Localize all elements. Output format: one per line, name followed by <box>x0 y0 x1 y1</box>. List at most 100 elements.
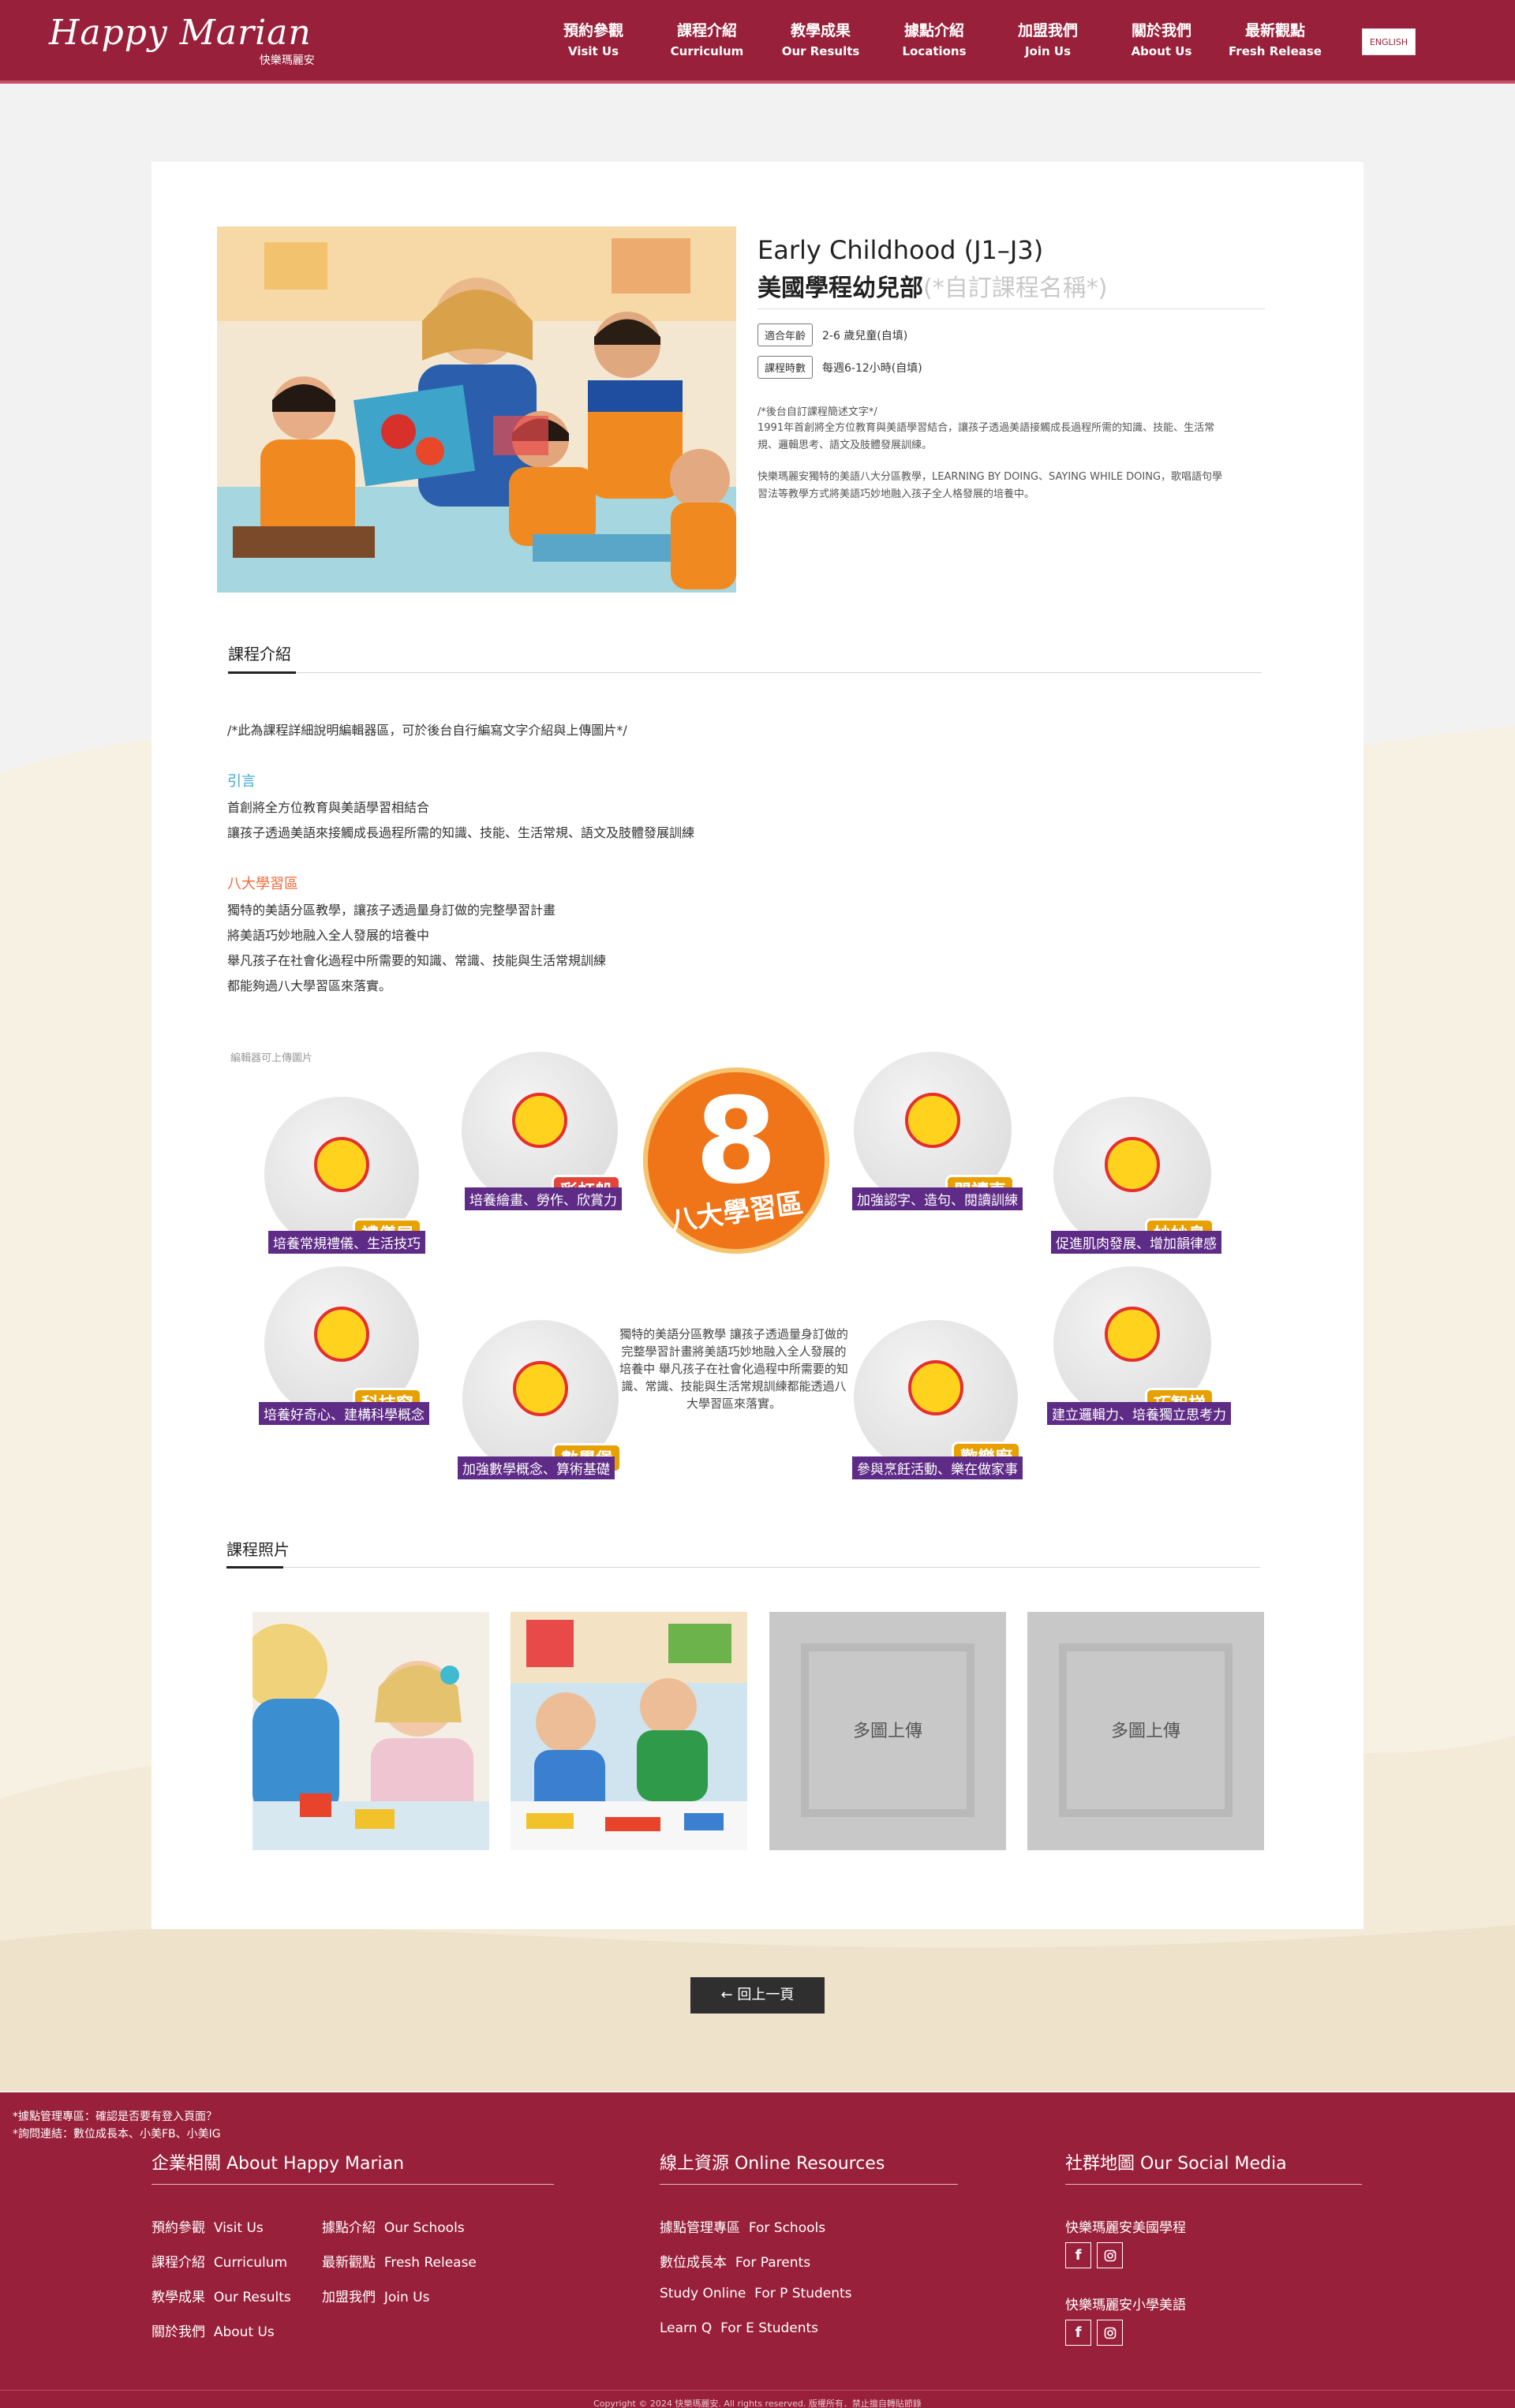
footer-link-en: For E Students <box>720 2320 819 2336</box>
footer-link-zh: 據點介紹 <box>322 2220 376 2236</box>
course-photo-placeholder-2[interactable]: 多圖上傳 <box>1027 1612 1264 1850</box>
site-header: Happy Marian 快樂瑪麗安 預約參觀 Visit Us 課程介紹 Curr… <box>0 0 1515 84</box>
footer-link-study-online[interactable]: Study Online For P Students <box>660 2286 852 2301</box>
footer-link-zh: 教學成果 <box>152 2290 205 2305</box>
footer-link-our-schools[interactable]: 據點介紹 Our Schools <box>322 2216 465 2236</box>
meta-tag-hours: 課程時數 <box>758 356 814 379</box>
nav-label-en: Visit Us <box>567 44 619 58</box>
zones-line-3: 舉凡孩子在社會化過程中所需要的知識、常識、技能與生活常規訓練 <box>227 953 607 968</box>
zone-caption: 促進肌肉發展、增加韻律感 <box>1051 1231 1221 1254</box>
nav-label-zh: 據點介紹 <box>903 22 964 39</box>
nav-curriculum[interactable]: 課程介紹 Curriculum <box>650 21 764 62</box>
footer-link-en: Join Us <box>383 2290 430 2305</box>
instagram-glyph <box>1104 2327 1116 2339</box>
site-footer: *據點管理專區：確認是否要有登入頁面？ *詢問連結：數位成長本、小美FB、小美I… <box>0 2092 1515 2408</box>
footer-link-en: For P Students <box>754 2286 852 2301</box>
nav-about-us[interactable]: 關於我們 About Us <box>1105 21 1218 62</box>
meta-value-age: 2-6 歲兒童(自填) <box>822 329 908 342</box>
facebook-icon[interactable]: f <box>1065 2320 1091 2346</box>
footer-divider <box>660 2184 958 2185</box>
course-photo-placeholder-1[interactable]: 多圖上傳 <box>769 1612 1006 1850</box>
footer-link-en: Our Schools <box>383 2220 465 2236</box>
logo-script: Happy Marian <box>49 13 312 53</box>
nav-locations[interactable]: 據點介紹 Locations <box>877 21 991 62</box>
logo[interactable]: Happy Marian 快樂瑪麗安 <box>49 13 315 68</box>
placeholder-label: 多圖上傳 <box>1110 1722 1180 1741</box>
footer-divider <box>152 2184 554 2185</box>
course-desc-1: 1991年首創將全方位教育與美語學習結合，讓孩子透過美語接觸成長過程所需的知識、… <box>758 422 1215 451</box>
section-divider <box>228 672 1262 673</box>
zone-science-window: 科技窗 <box>264 1266 422 1421</box>
footer-link-join-us[interactable]: 加盟我們 Join Us <box>322 2286 429 2305</box>
footer-link-curriculum[interactable]: 課程介紹 Curriculum <box>152 2251 287 2271</box>
zone-caption: 參與烹飪活動、樂在做家事 <box>852 1456 1023 1479</box>
course-desc-2: 快樂瑪麗安獨特的美語八大分區教學，LEARNING BY DOING、SAYIN… <box>758 471 1223 500</box>
nav-label-en: Curriculum <box>670 44 744 58</box>
meta-age-row: 適合年齡 2-6 歲兒童(自填) <box>758 323 907 346</box>
nav-visit-us[interactable]: 預約參觀 Visit Us <box>537 21 650 62</box>
footer-link-zh: 課程介紹 <box>152 2255 205 2271</box>
facebook-icon[interactable]: f <box>1065 2242 1091 2268</box>
zone-math-burger: 數學堡 <box>462 1320 622 1476</box>
footer-link-for-schools[interactable]: 據點管理專區 For Schools <box>660 2216 825 2236</box>
zone-etiquette-house: 禮儀屋 <box>264 1097 422 1251</box>
zones-line-2: 將美語巧妙地融入全人發展的培養中 <box>227 928 430 943</box>
course-title-zh: 美國學程幼兒部(*自訂課程名稱*) <box>758 268 1107 303</box>
course-photo-2[interactable] <box>511 1612 747 1850</box>
footer-col-title-social: 社群地圖 Our Social Media <box>1065 2154 1287 2174</box>
footer-link-for-parents[interactable]: 數位成長本 For Parents <box>660 2251 810 2271</box>
mascot-icon <box>314 1307 369 1363</box>
meta-value-hours: 每週6-12小時(自填) <box>822 361 922 375</box>
zone-fancy-kitchen: 歡樂廚 <box>854 1320 1021 1475</box>
meta-tag-age: 適合年齡 <box>758 323 814 346</box>
zone-caption: 加強數學概念、算術基礎 <box>458 1456 615 1479</box>
copyright: Copyright © 2024 快樂瑪麗安. All rights reser… <box>593 2399 922 2408</box>
mascot-icon <box>908 1360 963 1416</box>
zones-line-1: 獨特的美語分區教學，讓孩子透過量身訂做的完整學習計畫 <box>227 903 556 918</box>
nav-join-us[interactable]: 加盟我們 Join Us <box>991 21 1105 62</box>
zone-rainbow-ship: 彩虹船 <box>462 1052 621 1208</box>
nav-our-results[interactable]: 教學成果 Our Results <box>764 21 877 62</box>
classroom-illustration <box>217 226 736 593</box>
course-title-en: Early Childhood (J1–J3) <box>758 235 1044 265</box>
footer-link-our-results[interactable]: 教學成果 Our Results <box>152 2286 291 2305</box>
footer-link-learn-q[interactable]: Learn Q For E Students <box>660 2320 818 2336</box>
zone-caption: 建立邏輯力、培養獨立思考力 <box>1047 1402 1231 1425</box>
course-hero-image <box>217 226 736 593</box>
footer-link-zh: 預約參觀 <box>152 2220 205 2236</box>
footer-link-fresh-release[interactable]: 最新觀點 Fresh Release <box>322 2251 477 2271</box>
photo-children-crafting <box>252 1612 489 1850</box>
zone-caption: 培養好奇心、建構科學概念 <box>259 1402 429 1425</box>
main-nav: 預約參觀 Visit Us 課程介紹 Curriculum 教學成果 Our Resu… <box>537 21 1332 62</box>
footer-bottom-divider <box>0 2390 1515 2391</box>
footer-link-about-us[interactable]: 關於我們 About Us <box>152 2320 275 2340</box>
admin-note-line: *詢問連結：數位成長本、小美FB、小美IG <box>13 2128 221 2141</box>
course-title-zh-text: 美國學程幼兒部 <box>758 275 923 302</box>
course-photo-1[interactable] <box>252 1612 489 1850</box>
instagram-icon[interactable] <box>1097 2242 1123 2268</box>
zone-reading-car: 閱讀車 <box>854 1052 1015 1208</box>
nav-label-zh: 最新觀點 <box>1244 22 1305 39</box>
subhead-intro: 引言 <box>227 773 256 790</box>
footer-link-en: Curriculum <box>213 2255 288 2271</box>
eight-zones-badge: 8 八大學習區 <box>643 1068 829 1254</box>
footer-link-en: Our Results <box>213 2290 291 2305</box>
nav-label-en: Join Us <box>1024 44 1072 58</box>
section-title-photos: 課程照片 <box>226 1540 290 1559</box>
mascot-icon <box>512 1093 567 1149</box>
instagram-icon[interactable] <box>1097 2320 1123 2346</box>
social-group-label: 快樂瑪麗安美國學程 <box>1065 2220 1186 2236</box>
footer-link-en: For Parents <box>735 2255 811 2271</box>
footer-link-zh: 加盟我們 <box>322 2290 376 2305</box>
nav-fresh-release[interactable]: 最新觀點 Fresh Release <box>1218 21 1332 62</box>
language-toggle-button[interactable]: ENGLISH <box>1362 28 1416 55</box>
mascot-icon <box>513 1361 568 1417</box>
nav-label-zh: 課程介紹 <box>676 22 737 39</box>
meta-hours-row: 課程時數 每週6-12小時(自填) <box>758 356 922 379</box>
footer-link-zh: 最新觀點 <box>322 2255 376 2271</box>
nav-label-en: Locations <box>902 44 967 58</box>
back-button[interactable]: ← 回上一頁 <box>690 1977 825 2014</box>
section-underline <box>228 671 296 674</box>
footer-link-visit-us[interactable]: 預約參觀 Visit Us <box>152 2216 264 2236</box>
footer-link-zh: 數位成長本 <box>660 2255 727 2271</box>
